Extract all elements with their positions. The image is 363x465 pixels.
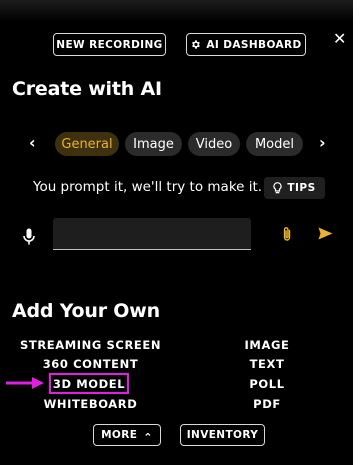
option-streaming-screen[interactable]: STREAMING SCREEN [20, 338, 161, 352]
paperclip-icon[interactable] [282, 226, 292, 242]
more-label: MORE [101, 429, 138, 441]
lightbulb-icon [273, 182, 282, 194]
microphone-icon[interactable] [23, 228, 35, 245]
option-pdf[interactable]: PDF [227, 397, 307, 411]
inventory-button[interactable]: INVENTORY [180, 424, 265, 446]
close-icon[interactable]: ✕ [333, 31, 346, 47]
prompt-input[interactable] [53, 218, 251, 250]
ai-panel: NEW RECORDING AI DASHBOARD ✕ Create with… [0, 0, 353, 465]
chevron-up-icon: ⌃ [143, 430, 153, 444]
tab-image[interactable]: Image [125, 132, 182, 156]
annotation-arrow-icon [6, 377, 44, 389]
ai-dashboard-button[interactable]: AI DASHBOARD [186, 33, 306, 56]
new-recording-button[interactable]: NEW RECORDING [53, 33, 166, 56]
gear-icon [192, 40, 201, 49]
tips-button[interactable]: TIPS [264, 177, 325, 199]
add-your-own-title: Add Your Own [12, 300, 160, 322]
tab-model[interactable]: Model [246, 132, 303, 156]
option-text[interactable]: TEXT [227, 357, 307, 371]
tab-general[interactable]: General [55, 132, 119, 156]
option-whiteboard[interactable]: WHITEBOARD [20, 397, 161, 411]
send-icon[interactable] [318, 227, 333, 240]
tabs-prev-icon[interactable]: ‹ [29, 133, 36, 152]
more-button[interactable]: MORE ⌃ [93, 424, 161, 446]
tabs-next-icon[interactable]: › [319, 133, 326, 152]
option-360-content[interactable]: 360 CONTENT [20, 357, 161, 371]
ai-dashboard-label: AI DASHBOARD [206, 38, 302, 51]
option-image[interactable]: IMAGE [227, 338, 307, 352]
top-fade [0, 0, 353, 22]
new-recording-label: NEW RECORDING [56, 38, 163, 51]
option-poll[interactable]: POLL [227, 377, 307, 391]
prompt-hint: You prompt it, we'll try to make it. [33, 179, 263, 195]
tab-video[interactable]: Video [188, 132, 240, 156]
annotation-highlight-box [49, 373, 129, 394]
create-with-ai-title: Create with AI [12, 78, 162, 100]
tips-label: TIPS [287, 182, 316, 194]
inventory-label: INVENTORY [186, 429, 259, 441]
